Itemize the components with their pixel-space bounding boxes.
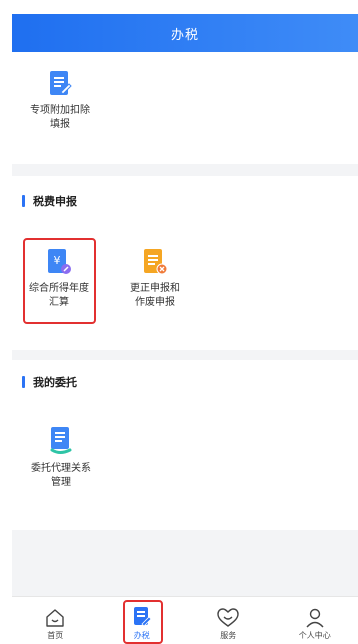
correction-label-2: 作废申报 xyxy=(120,296,190,310)
document-edit-icon xyxy=(48,70,72,98)
section-marker xyxy=(22,376,25,388)
special-deduction-tile[interactable]: 专项附加扣除 填报 xyxy=(25,70,95,132)
nav-profile[interactable]: 个人中心 xyxy=(272,597,358,644)
annual-settlement-label-2: 汇算 xyxy=(24,296,94,310)
yuan-document-icon: ¥ xyxy=(45,248,73,276)
delegation-label-2: 管理 xyxy=(26,476,96,490)
nav-tax[interactable]: 办税 xyxy=(99,597,186,644)
home-icon xyxy=(45,608,65,628)
nav-home-label: 首页 xyxy=(47,630,63,641)
heart-icon xyxy=(217,608,239,628)
correction-declaration-tile[interactable]: 更正申报和 作废申报 xyxy=(120,248,190,310)
correction-label-1: 更正申报和 xyxy=(120,282,190,296)
nav-home[interactable]: 首页 xyxy=(12,597,99,644)
document-cancel-icon xyxy=(141,248,169,276)
section-divider xyxy=(12,350,358,360)
person-icon xyxy=(305,608,325,628)
nav-service-label: 服务 xyxy=(220,630,236,641)
empty-area xyxy=(12,530,358,596)
highlight-box xyxy=(123,600,163,644)
annual-settlement-label-1: 综合所得年度 xyxy=(24,282,94,296)
special-deduction-label-1: 专项附加扣除 xyxy=(25,104,95,118)
section-marker xyxy=(22,195,25,207)
bottom-nav: 首页 办税 服务 个人中心 xyxy=(12,596,358,644)
top-header: 办税 xyxy=(12,14,358,52)
tax-declaration-title: 税费申报 xyxy=(22,193,77,209)
svg-text:¥: ¥ xyxy=(54,254,61,267)
annual-settlement-tile[interactable]: ¥ 综合所得年度 汇算 xyxy=(24,248,94,310)
delegation-label-1: 委托代理关系 xyxy=(26,462,96,476)
delegation-management-tile[interactable]: 委托代理关系 管理 xyxy=(26,426,96,490)
tax-declaration-title-text: 税费申报 xyxy=(33,193,77,209)
delegation-title-text: 我的委托 xyxy=(33,374,77,390)
nav-service[interactable]: 服务 xyxy=(185,597,272,644)
delegation-title: 我的委托 xyxy=(22,374,77,390)
special-deduction-label-2: 填报 xyxy=(25,118,95,132)
delegation-document-icon xyxy=(48,426,74,456)
section-divider xyxy=(12,164,358,176)
page-title: 办税 xyxy=(171,24,199,43)
nav-profile-label: 个人中心 xyxy=(299,630,331,641)
